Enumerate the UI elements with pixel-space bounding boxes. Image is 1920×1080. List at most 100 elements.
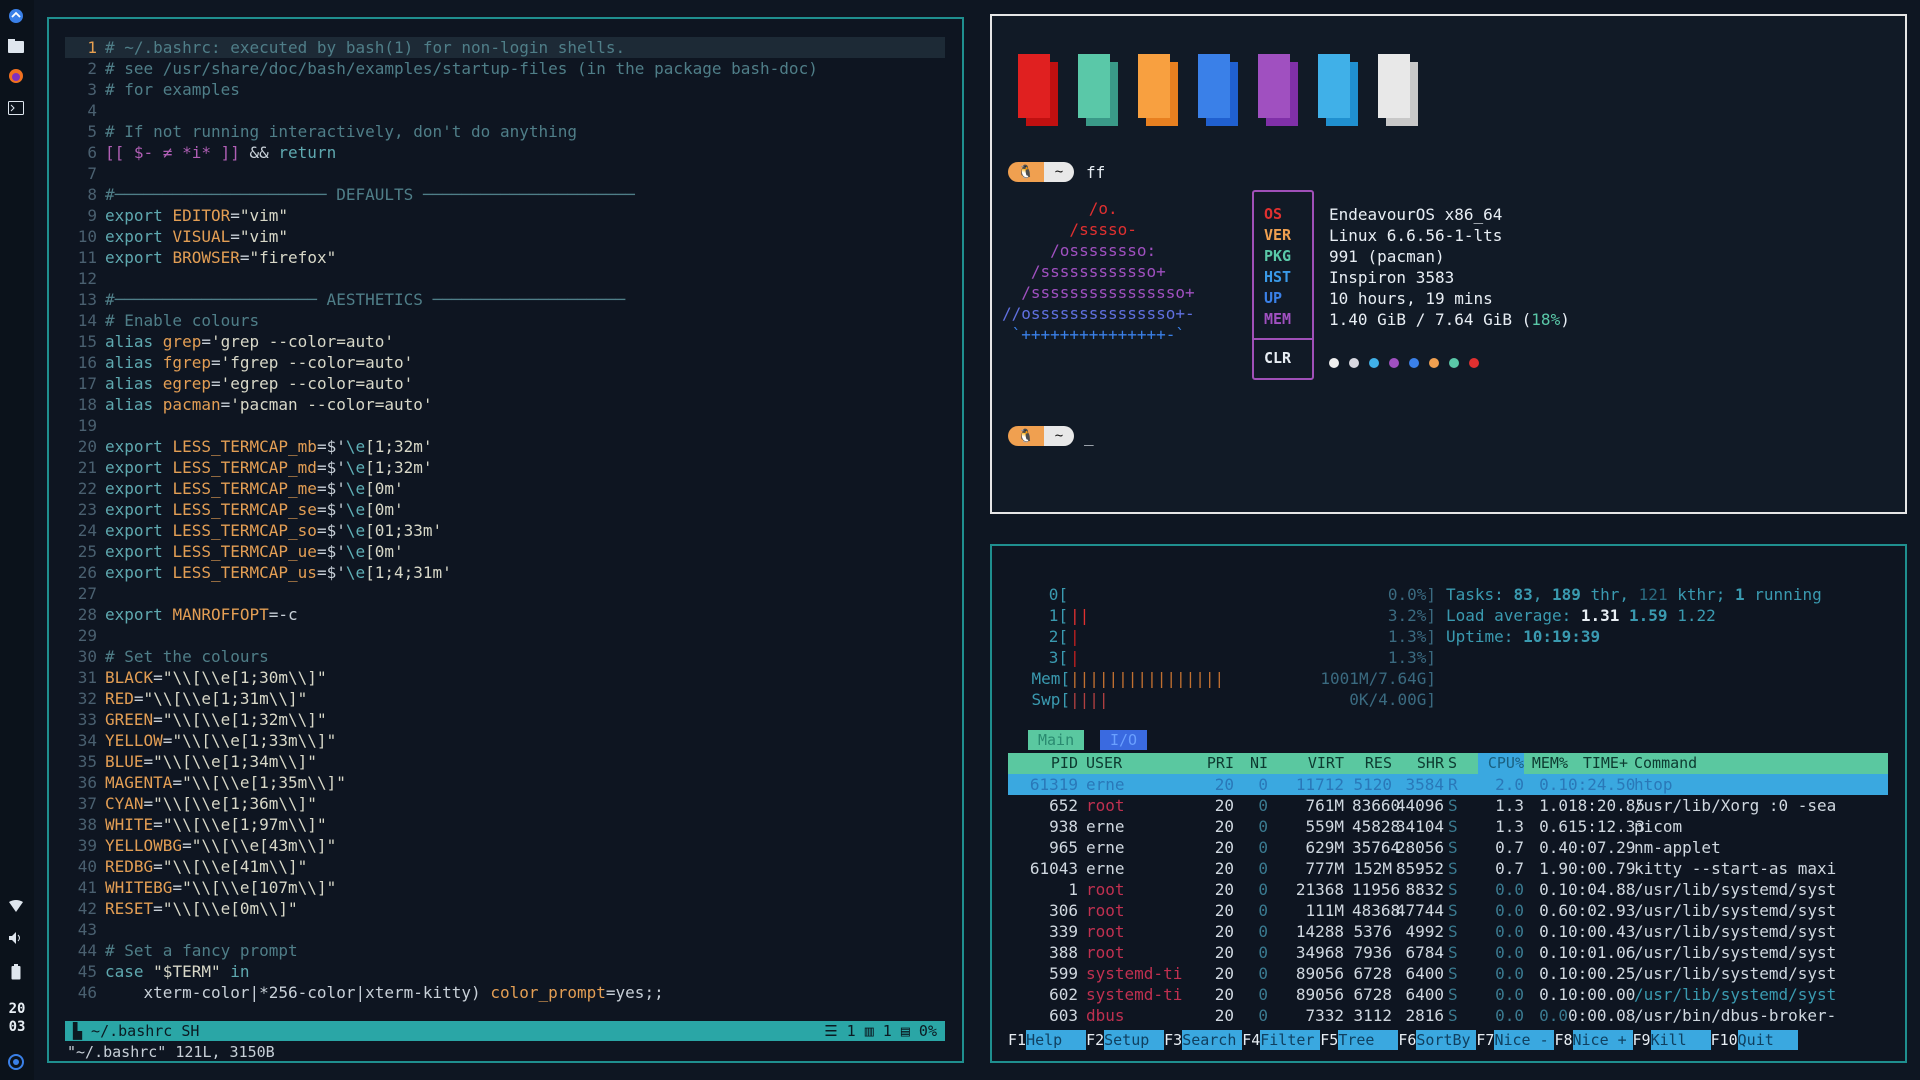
column-header[interactable]: CPU% [1478, 753, 1524, 774]
column-header[interactable]: NI [1248, 753, 1268, 774]
code-line[interactable]: 36 MAGENTA="\\[\\e[1;35m\\]" [65, 772, 945, 793]
code-line[interactable]: 43 [65, 919, 945, 940]
code-line[interactable]: 1 # ~/.bashrc: executed by bash(1) for no… [65, 37, 945, 58]
process-table-header[interactable]: PID USER PRI NI VIRT RES SHR S CPU% MEM% TIME+ Comm… [1008, 753, 1888, 774]
code-line[interactable]: 2 # see /usr/share/doc/bash/examples/star… [65, 58, 945, 79]
column-header[interactable]: Command [1634, 753, 1884, 774]
function-key[interactable]: F7 [1476, 1030, 1494, 1050]
function-key[interactable]: F6 [1398, 1030, 1416, 1050]
process-row[interactable]: 652 root 20 0 761M 83660 44096 S 1.3 1.0 18:20.85/… [1008, 795, 1888, 816]
function-key-label[interactable]: Nice - [1494, 1030, 1555, 1050]
function-key[interactable]: F1 [1008, 1030, 1026, 1050]
code-line[interactable]: 16 alias fgrep='fgrep --color=auto' [65, 352, 945, 373]
function-key-label[interactable]: Setup [1104, 1030, 1165, 1050]
code-line[interactable]: 45 case "$TERM" in [65, 961, 945, 982]
tab-main[interactable]: Main [1028, 730, 1085, 750]
function-key-label[interactable]: Search [1182, 1030, 1243, 1050]
terminal-icon[interactable] [6, 98, 26, 118]
column-header[interactable]: PRI [1198, 753, 1234, 774]
code-line[interactable]: 19 [65, 415, 945, 436]
process-row[interactable]: 1 root 20 0 21368 11956 8832 S 0.0 0.1 0:04.88/usr… [1008, 879, 1888, 900]
function-key[interactable]: F8 [1554, 1030, 1572, 1050]
app-launcher-icon[interactable] [6, 6, 26, 26]
code-line[interactable]: 4 [65, 100, 945, 121]
code-line[interactable]: 10 export VISUAL="vim" [65, 226, 945, 247]
code-line[interactable]: 44 # Set a fancy prompt [65, 940, 945, 961]
code-line[interactable]: 32 RED="\\[\\e[1;31m\\]" [65, 688, 945, 709]
htop-pane[interactable]: 0[0.0%] 1[|| 3.2%] 2[| 1.3%] 3[| 1.3%] Mem[||||… [990, 544, 1907, 1063]
code-line[interactable]: 20 export LESS_TERMCAP_mb=$'\e[1;32m' [65, 436, 945, 457]
firefox-icon[interactable] [6, 66, 26, 86]
code-line[interactable]: 22 export LESS_TERMCAP_me=$'\e[0m' [65, 478, 945, 499]
function-key[interactable]: F3 [1164, 1030, 1182, 1050]
code-line[interactable]: 15 alias grep='grep --color=auto' [65, 331, 945, 352]
code-line[interactable]: 39 YELLOWBG="\\[\\e[43m\\]" [65, 835, 945, 856]
code-line[interactable]: 9 export EDITOR="vim" [65, 205, 945, 226]
code-line[interactable]: 38 WHITE="\\[\\e[1;97m\\]" [65, 814, 945, 835]
code-line[interactable]: 29 [65, 625, 945, 646]
process-row[interactable]: 602 systemd-ti 20 0 89056 6728 6400 S 0.0 0.1 0:00… [1008, 984, 1888, 1005]
code-line[interactable]: 42 RESET="\\[\\e[0m\\]" [65, 898, 945, 919]
code-line[interactable]: 37 CYAN="\\[\\e[1;36m\\]" [65, 793, 945, 814]
file-manager-icon[interactable] [6, 36, 26, 56]
column-header[interactable]: PID [1008, 753, 1078, 774]
code-line[interactable]: 46 xterm-color|*256-color|xterm-kitty) c… [65, 982, 945, 1003]
shell-prompt-2[interactable]: 🐧 ~ _ [1008, 426, 1094, 446]
code-line[interactable]: 35 BLUE="\\[\\e[1;34m\\]" [65, 751, 945, 772]
function-key[interactable]: F10 [1711, 1030, 1738, 1050]
column-header[interactable]: S [1448, 753, 1464, 774]
code-line[interactable]: 34 YELLOW="\\[\\e[1;33m\\]" [65, 730, 945, 751]
code-line[interactable]: 6 [[ $- ≠ *i* ]] && return [65, 142, 945, 163]
vim-command-line[interactable]: "~/.bashrc" 121L, 3150B [67, 1043, 275, 1061]
volume-icon[interactable] [6, 928, 26, 948]
function-key-label[interactable]: SortBy [1416, 1030, 1477, 1050]
power-icon[interactable] [6, 1052, 26, 1072]
code-line[interactable]: 23 export LESS_TERMCAP_se=$'\e[0m' [65, 499, 945, 520]
code-line[interactable]: 41 WHITEBG="\\[\\e[107m\\]" [65, 877, 945, 898]
code-line[interactable]: 3 # for examples [65, 79, 945, 100]
fastfetch-terminal-pane[interactable]: 🐧 ~ ff /o. /sssso- /ossssssso: /ssssssss… [990, 14, 1907, 514]
code-line[interactable]: 18 alias pacman='pacman --color=auto' [65, 394, 945, 415]
column-header[interactable]: USER [1086, 753, 1186, 774]
code-line[interactable]: 14 # Enable colours [65, 310, 945, 331]
battery-icon[interactable] [6, 962, 26, 982]
code-line[interactable]: 13 #───────────────────── AESTHETICS ────… [65, 289, 945, 310]
process-row[interactable]: 388 root 20 0 34968 7936 6784 S 0.0 0.1 0:01.06/us… [1008, 942, 1888, 963]
function-key-label[interactable]: Nice + [1572, 1030, 1633, 1050]
column-header[interactable]: TIME+ [1568, 753, 1628, 774]
code-line[interactable]: 7 [65, 163, 945, 184]
function-key-label[interactable]: Tree [1338, 1030, 1399, 1050]
column-header[interactable]: VIRT [1274, 753, 1344, 774]
column-header[interactable]: SHR [1394, 753, 1444, 774]
code-line[interactable]: 28 export MANROFFOPT=-c [65, 604, 945, 625]
code-line[interactable]: 30 # Set the colours [65, 646, 945, 667]
code-line[interactable]: 21 export LESS_TERMCAP_md=$'\e[1;32m' [65, 457, 945, 478]
function-key-label[interactable]: Kill [1650, 1030, 1711, 1050]
code-line[interactable]: 33 GREEN="\\[\\e[1;32m\\]" [65, 709, 945, 730]
process-row[interactable]: 938 erne 20 0 559M 45828 34104 S 1.3 0.6 15:12.33 p… [1008, 816, 1888, 837]
process-row[interactable]: 61043 erne 20 0 777M 152M 85952 S 0.7 1.9 0:00.79 k… [1008, 858, 1888, 879]
process-row[interactable]: 599 systemd-ti 20 0 89056 6728 6400 S 0.0 0.1 0:00… [1008, 963, 1888, 984]
process-row[interactable]: 339 root 20 0 14288 5376 4992 S 0.0 0.1 0:00.43/us… [1008, 921, 1888, 942]
code-line[interactable]: 24 export LESS_TERMCAP_so=$'\e[01;33m' [65, 520, 945, 541]
column-header[interactable]: RES [1352, 753, 1392, 774]
function-key[interactable]: F2 [1086, 1030, 1104, 1050]
wifi-icon[interactable] [6, 896, 26, 916]
code-line[interactable]: 31 BLACK="\\[\\e[1;30m\\]" [65, 667, 945, 688]
code-line[interactable]: 12 [65, 268, 945, 289]
process-row[interactable]: 603 dbus 20 0 7332 3112 2816 S 0.0 0.0 0:00.08/usr… [1008, 1005, 1888, 1026]
code-line[interactable]: 27 [65, 583, 945, 604]
function-key-label[interactable]: Quit [1737, 1030, 1798, 1050]
code-line[interactable]: 25 export LESS_TERMCAP_ue=$'\e[0m' [65, 541, 945, 562]
function-key-label[interactable]: Filter [1260, 1030, 1321, 1050]
code-line[interactable]: 5 # If not running interactively, don't d… [65, 121, 945, 142]
process-row[interactable]: 965 erne 20 0 629M 35764 28056 S 0.7 0.4 0:07.29 nm… [1008, 837, 1888, 858]
function-key[interactable]: F4 [1242, 1030, 1260, 1050]
code-line[interactable]: 8 #────────────────────── DEFAULTS ──────… [65, 184, 945, 205]
code-line[interactable]: 17 alias egrep='egrep --color=auto' [65, 373, 945, 394]
process-row[interactable]: 306 root 20 0 111M 48368 47744 S 0.0 0.6 0:02.93/u… [1008, 900, 1888, 921]
code-line[interactable]: 40 REDBG="\\[\\e[41m\\]" [65, 856, 945, 877]
vim-editor-pane[interactable]: 1 # ~/.bashrc: executed by bash(1) for no… [47, 17, 964, 1063]
function-key[interactable]: F5 [1320, 1030, 1338, 1050]
code-line[interactable]: 11 export BROWSER="firefox" [65, 247, 945, 268]
